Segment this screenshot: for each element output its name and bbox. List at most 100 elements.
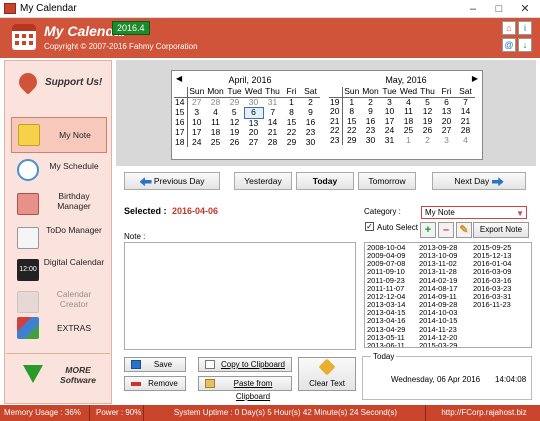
todo-list-icon — [17, 227, 39, 249]
week-number: 14 — [174, 97, 188, 108]
month-calendar[interactable]: ◀ ▶ April, 2016 May, 2016 Sun Mon Tue Wed Th… — [171, 70, 483, 160]
auto-select-checkbox[interactable]: ✓ — [365, 222, 374, 231]
weekday-header: Sun — [187, 86, 206, 98]
month-grid-april: Sun Mon Tue Wed Thu Fri Sat 14 27 28 29 30 31 1 2 15 3 4 5… — [174, 86, 320, 148]
note-date-item[interactable]: 2013-06-11 — [367, 341, 405, 347]
calendar-day[interactable]: 27 — [244, 137, 263, 148]
calendar-day[interactable]: 2 — [301, 97, 320, 108]
calendar-day[interactable]: 30 — [361, 135, 380, 146]
close-button[interactable]: ✕ — [516, 2, 534, 16]
today-label: Today — [312, 176, 338, 186]
plus-icon: + — [424, 224, 432, 236]
today-button[interactable]: Today — [296, 172, 354, 190]
support-us-button[interactable]: Support Us! — [11, 67, 107, 103]
category-value: My Note — [425, 208, 455, 217]
website-link[interactable]: http://FCorp.rajahost.biz — [428, 405, 540, 421]
calendar-day[interactable]: 6 — [243, 107, 264, 119]
today-box-label: Today — [371, 352, 397, 361]
next-day-label: Next Day — [454, 176, 490, 186]
note-dates-list[interactable]: 2008-10-04 2009-04-09 2009-07-08 2011-09-10… — [364, 242, 532, 348]
previous-day-button[interactable]: Previous Day — [124, 172, 220, 190]
yesterday-button[interactable]: Yesterday — [234, 172, 292, 190]
add-category-button[interactable]: + — [420, 222, 436, 238]
note-panel: Selected : 2016-04-06 Note : Category : … — [116, 196, 536, 404]
sidebar-item-label: Digital Calendar — [43, 257, 105, 267]
sidebar-item-my-note[interactable]: My Note — [11, 117, 107, 153]
title-bar: My Calendar – □ ✕ — [0, 0, 540, 18]
maximize-button[interactable]: □ — [490, 2, 508, 16]
today-time: 14:04:08 — [495, 375, 527, 384]
info-icon[interactable]: i — [518, 21, 532, 35]
tomorrow-button[interactable]: Tomorrow — [358, 172, 416, 190]
calendar-day[interactable]: 26 — [225, 137, 244, 148]
status-bar: Memory Usage : 36% Power : 90% System Up… — [0, 405, 540, 421]
selected-label: Selected : — [124, 206, 167, 216]
home-icon[interactable]: ⌂ — [502, 21, 516, 35]
calendar-day[interactable]: 27 — [187, 97, 206, 108]
update-icon[interactable]: ↓ — [518, 38, 532, 52]
sidebar-item-extras[interactable]: EXTRAS — [11, 311, 107, 347]
calendar-day[interactable]: 4 — [456, 135, 475, 146]
clear-text-button[interactable]: Clear Text — [298, 357, 356, 391]
system-uptime: System Uptime : 0 Day(s) 5 Hour(s) 42 Mi… — [146, 405, 426, 421]
extras-cubes-icon — [17, 317, 39, 339]
calendar-day[interactable]: 1 — [399, 135, 418, 146]
dates-column: 2015-09-25 2015-12-13 2016-01-04 2016-03-09… — [473, 243, 511, 309]
sidebar: Support Us! My Note My Schedule Birthday… — [4, 60, 112, 404]
copyright-text: Copyright © 2007-2016 Fahmy Corporation — [44, 42, 198, 51]
minus-icon: – — [442, 224, 450, 236]
sidebar-item-digital-calendar[interactable]: 12:00 Digital Calendar — [11, 253, 107, 289]
more-software-button[interactable]: MORE Software — [11, 359, 107, 397]
note-textarea[interactable] — [124, 242, 356, 350]
weekday-header: Sat — [456, 86, 475, 98]
paste-icon — [205, 379, 215, 388]
remove-icon — [131, 382, 141, 386]
calendar-day[interactable]: 29 — [282, 137, 301, 148]
note-date-item[interactable]: 2016-11-23 — [473, 300, 511, 309]
window-title: My Calendar — [20, 3, 77, 14]
paste-from-clipboard-button[interactable]: Paste from Clipboard — [198, 376, 292, 401]
sidebar-item-birthday-manager[interactable]: Birthday Manager — [11, 187, 107, 223]
dates-column: 2008-10-04 2009-04-09 2009-07-08 2011-09-10… — [367, 243, 405, 347]
calendar-day[interactable]: 30 — [301, 137, 320, 148]
heart-icon — [15, 69, 41, 95]
left-arrow-icon — [139, 177, 152, 187]
chevron-down-icon: ▼ — [516, 209, 524, 218]
calendar-day[interactable]: 1 — [282, 97, 301, 108]
sidebar-item-label: My Note — [59, 130, 91, 140]
sidebar-item-my-schedule[interactable]: My Schedule — [11, 153, 107, 189]
calendar-day[interactable]: 29 — [225, 97, 244, 108]
copy-icon — [205, 360, 215, 369]
schedule-clock-icon — [17, 159, 39, 181]
export-note-button[interactable]: Export Note — [473, 222, 529, 238]
calendar-day[interactable]: 28 — [263, 137, 282, 148]
weekday-header: Sun — [342, 86, 361, 98]
sidebar-item-label: ToDo Manager — [46, 225, 102, 235]
edit-category-button[interactable]: ✎ — [456, 222, 472, 238]
save-button[interactable]: Save — [124, 357, 186, 372]
remove-category-button[interactable]: – — [438, 222, 454, 238]
selected-date: 2016-04-06 — [172, 206, 219, 216]
weekday-header: Tue — [380, 86, 399, 98]
note-date-item[interactable]: 2015-03-29 — [419, 341, 457, 347]
email-icon[interactable]: @ — [502, 38, 516, 52]
calendar-day[interactable]: 31 — [380, 135, 399, 146]
calendar-day[interactable]: 25 — [206, 137, 225, 148]
calendar-day[interactable]: 29 — [342, 135, 361, 146]
month-grid-may: Sun Mon Tue Wed Thu Fri Sat 19 1 2 3 4 5 6 7 20 8 9 10 11 12… — [329, 86, 475, 146]
weekday-header: Mon — [361, 86, 380, 98]
category-select[interactable]: My Note ▼ — [421, 206, 527, 219]
next-day-button[interactable]: Next Day — [432, 172, 526, 190]
minimize-button[interactable]: – — [464, 2, 482, 16]
calendar-day[interactable]: 3 — [437, 135, 456, 146]
sidebar-item-todo-manager[interactable]: ToDo Manager — [11, 221, 107, 257]
copy-to-clipboard-button[interactable]: Copy to Clipboard — [198, 357, 292, 372]
calendar-day[interactable]: 24 — [187, 137, 206, 148]
calendar-day[interactable]: 28 — [206, 97, 225, 108]
calendar-day[interactable]: 31 — [263, 97, 282, 108]
today-date: Wednesday, 06 Apr 2016 — [391, 375, 481, 384]
note-icon — [18, 124, 40, 146]
calendar-day[interactable]: 30 — [244, 97, 263, 108]
remove-button[interactable]: Remove — [124, 376, 186, 391]
calendar-day[interactable]: 2 — [418, 135, 437, 146]
